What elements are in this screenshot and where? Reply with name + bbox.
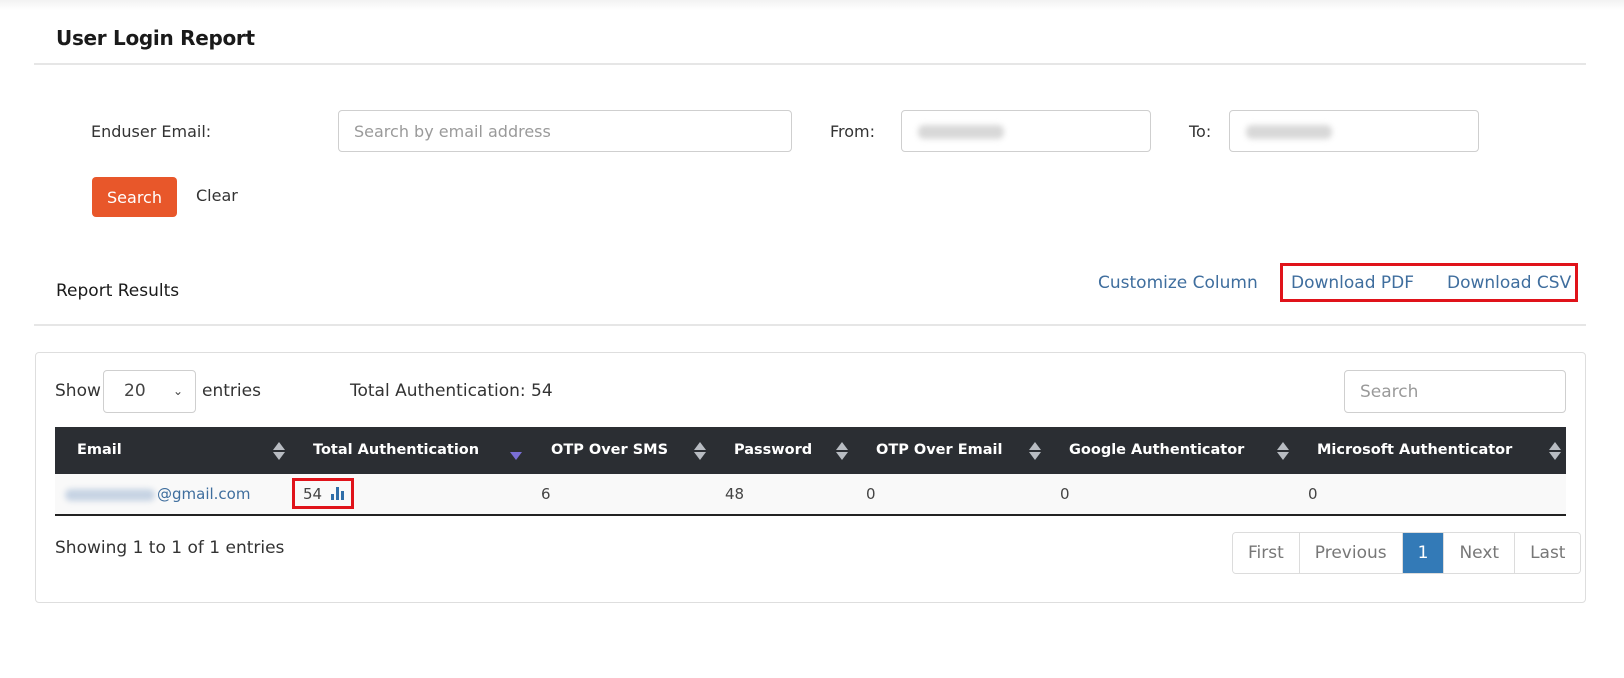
customize-column-link[interactable]: Customize Column [1098, 273, 1258, 293]
enduser-email-input[interactable] [338, 110, 792, 152]
google-authenticator-cell: 0 [1060, 485, 1070, 503]
table-info: Showing 1 to 1 of 1 entries [55, 538, 285, 558]
pagination-first[interactable]: First [1233, 533, 1300, 573]
table-row: @gmail.com 54 6 48 0 0 0 [55, 474, 1566, 516]
chevron-down-icon: ⌄ [172, 384, 183, 398]
sort-icon[interactable] [1029, 442, 1041, 460]
to-label: To: [1189, 122, 1212, 141]
column-header-password[interactable]: Password [734, 427, 812, 474]
enduser-email-label: Enduser Email: [91, 122, 212, 141]
entries-select[interactable]: 20 ⌄ [103, 370, 196, 413]
email-username-redacted [65, 488, 155, 501]
download-csv-link[interactable]: Download CSV [1447, 273, 1571, 293]
table-search-input[interactable] [1344, 370, 1566, 413]
column-header-total-authentication[interactable]: Total Authentication [313, 427, 479, 474]
title-divider [34, 63, 1586, 65]
column-header-otp-over-email[interactable]: OTP Over Email [876, 427, 1002, 474]
pagination: First Previous 1 Next Last [1232, 532, 1582, 574]
sort-icon[interactable] [836, 442, 848, 460]
search-button[interactable]: Search [92, 177, 177, 217]
column-header-otp-over-sms[interactable]: OTP Over SMS [551, 427, 668, 474]
total-highlight-box [292, 478, 354, 509]
pagination-page-1[interactable]: 1 [1402, 533, 1445, 573]
to-date-input[interactable] [1229, 110, 1479, 152]
column-header-google-authenticator[interactable]: Google Authenticator [1069, 427, 1244, 474]
pagination-previous[interactable]: Previous [1299, 533, 1403, 573]
email-link[interactable]: @gmail.com [157, 485, 250, 503]
pagination-last[interactable]: Last [1515, 533, 1581, 573]
to-date-value [1246, 125, 1332, 139]
sort-icon[interactable] [273, 442, 285, 460]
sort-icon[interactable] [1549, 442, 1561, 460]
otp-over-sms-cell: 6 [541, 485, 551, 503]
password-cell: 48 [725, 485, 745, 503]
column-header-microsoft-authenticator[interactable]: Microsoft Authenticator [1317, 427, 1512, 474]
from-label: From: [830, 122, 876, 141]
page-title: User Login Report [56, 26, 255, 50]
entries-label: entries [202, 381, 261, 401]
entries-select-value: 20 [124, 381, 146, 401]
from-date-input[interactable] [901, 110, 1151, 152]
column-header-email[interactable]: Email [77, 427, 122, 474]
pagination-next[interactable]: Next [1444, 533, 1516, 573]
sort-icon[interactable] [694, 442, 706, 460]
download-pdf-link[interactable]: Download PDF [1291, 273, 1414, 293]
show-label: Show [55, 381, 101, 401]
otp-over-email-cell: 0 [866, 485, 876, 503]
microsoft-authenticator-cell: 0 [1308, 485, 1318, 503]
table-header: Email Total Authentication OTP Over SMS … [55, 427, 1566, 474]
total-authentication-summary: Total Authentication: 54 [350, 381, 553, 401]
from-date-value [918, 125, 1004, 139]
report-results-title: Report Results [56, 281, 180, 301]
email-cell[interactable]: @gmail.com [65, 474, 250, 514]
top-shadow [0, 0, 1624, 10]
sort-descending-icon[interactable] [510, 452, 522, 460]
results-divider [34, 324, 1586, 326]
clear-button[interactable]: Clear [196, 186, 238, 205]
sort-icon[interactable] [1277, 442, 1289, 460]
